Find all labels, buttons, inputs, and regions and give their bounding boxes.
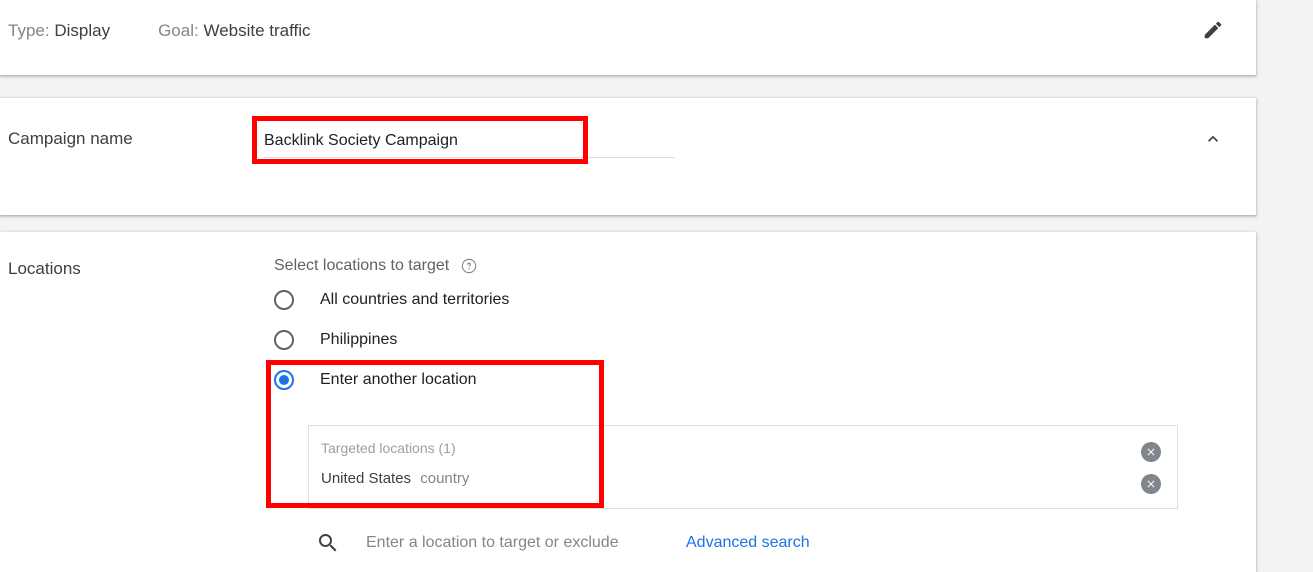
campaign-goal-value: Website traffic: [203, 21, 311, 40]
campaign-type-value: Display: [54, 21, 111, 40]
select-locations-prompt: Select locations to target: [274, 256, 477, 276]
remove-targeted-location-button-2[interactable]: [1141, 474, 1161, 494]
campaign-name-field[interactable]: [264, 126, 675, 158]
campaign-summary-card: Type: Display Goal: Website traffic: [0, 0, 1256, 75]
campaign-name-input[interactable]: [264, 126, 675, 156]
radio-indicator-selected: [274, 370, 294, 390]
radio-label-all-countries: All countries and territories: [320, 291, 510, 308]
advanced-search-link[interactable]: Advanced search: [686, 533, 810, 553]
campaign-goal-label: Goal:: [158, 21, 199, 40]
chevron-up-icon: [1208, 135, 1218, 142]
remove-targeted-location-button-1[interactable]: [1141, 442, 1161, 462]
close-icon: [1147, 480, 1155, 488]
radio-option-all-countries[interactable]: All countries and territories: [274, 286, 509, 314]
targeted-location-type: country: [420, 470, 470, 487]
targeted-locations-panel: Targeted locations (1) United States cou…: [308, 425, 1178, 509]
select-locations-text: Select locations to target: [274, 257, 450, 274]
edit-campaign-button[interactable]: [1193, 10, 1233, 50]
campaign-type-label: Type:: [8, 21, 50, 40]
campaign-type: Type: Display: [8, 20, 110, 42]
targeted-location-row: United States country: [321, 469, 469, 489]
radio-indicator: [274, 290, 294, 310]
collapse-campaign-name-button[interactable]: [1193, 119, 1233, 159]
location-search-input[interactable]: [364, 532, 686, 554]
location-search-row: Advanced search: [316, 528, 1178, 558]
campaign-summary-row: Type: Display Goal: Website traffic: [8, 20, 359, 42]
help-circle-icon[interactable]: [461, 258, 477, 274]
locations-label: Locations: [8, 259, 81, 278]
targeted-location-name: United States: [321, 470, 412, 487]
campaign-name-label: Campaign name: [8, 129, 133, 148]
pencil-icon: [1204, 21, 1222, 39]
radio-option-philippines[interactable]: Philippines: [274, 326, 397, 354]
radio-label-philippines: Philippines: [320, 331, 398, 348]
locations-card: [0, 232, 1256, 572]
close-icon: [1147, 448, 1155, 456]
campaign-goal: Goal: Website traffic: [158, 20, 310, 42]
targeted-locations-title: Targeted locations (1): [321, 440, 456, 456]
radio-indicator: [274, 330, 294, 350]
radio-label-enter-another-location: Enter another location: [320, 371, 477, 388]
radio-option-enter-another-location[interactable]: Enter another location: [274, 366, 477, 394]
search-icon: [316, 531, 340, 555]
